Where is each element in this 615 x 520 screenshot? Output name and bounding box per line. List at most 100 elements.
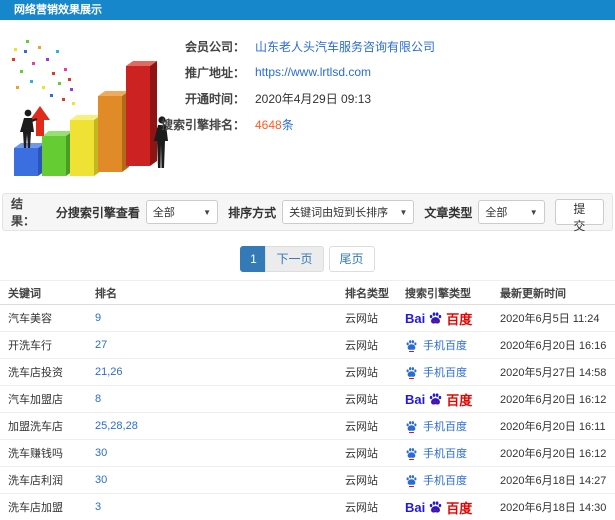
keyword-cell: 汽车美容 xyxy=(8,313,52,325)
baidu-logo-cn: 百度 xyxy=(446,500,473,516)
table-row: 汽车加盟店 8 云网站 Bai du 百度 2020年6月20日 16:12 xyxy=(0,386,615,413)
confetti-dots xyxy=(12,40,75,105)
baidu-logo-text: Bai xyxy=(405,499,426,515)
mobile-baidu-label: 手机百度 xyxy=(423,475,467,487)
filter-bar: 结果： 分搜索引擎查看 全部 ▼ 排序方式 关键词由短到长排序 ▼ 文章类型 全… xyxy=(2,193,613,233)
keyword-cell: 汽车加盟店 xyxy=(8,394,63,406)
mobile-baidu-label: 手机百度 xyxy=(423,448,467,460)
sort-select[interactable]: 关键词由短到长排序 ▼ xyxy=(282,200,415,224)
bar-chart-illustration xyxy=(12,40,168,176)
rank-type-cell: 云网站 xyxy=(345,340,378,352)
open-time-label: 开通时间： xyxy=(184,91,245,106)
open-time-value: 2020年4月29日 09:13 xyxy=(255,91,372,106)
info-row-open-time: 开通时间： 2020年4月29日 09:13 xyxy=(155,85,435,111)
chevron-down-icon: ▼ xyxy=(399,207,408,217)
baidu-paw-icon xyxy=(406,474,417,487)
rank-cell[interactable]: 30 xyxy=(95,447,345,459)
submit-button[interactable]: 提交 xyxy=(554,199,604,233)
table-row: 洗车店投资 21,26 云网站 手机百度 2020年5月27日 14:58 xyxy=(0,359,615,386)
rank-cell[interactable]: 21,26 xyxy=(95,366,345,378)
rank-count-value: 4648条 xyxy=(255,116,294,133)
header-rank-type: 排名类型 xyxy=(345,287,389,300)
engine-cell: 手机百度 xyxy=(405,337,500,353)
mobile-baidu-label: 手机百度 xyxy=(423,367,467,379)
chevron-down-icon: ▼ xyxy=(529,207,538,217)
bar-green xyxy=(42,131,73,176)
engine-cell: 手机百度 xyxy=(405,472,500,488)
page-title: 网络营销效果展示 xyxy=(0,0,615,20)
sort-filter-label: 排序方式 xyxy=(228,205,277,220)
updated-cell: 2020年6月20日 16:16 xyxy=(500,340,607,352)
table-row: 洗车店利润 30 云网站 手机百度 2020年6月18日 14:27 xyxy=(0,467,615,494)
header-rank: 排名 xyxy=(95,287,117,300)
table-row: 开洗车行 27 云网站 手机百度 2020年6月20日 16:16 xyxy=(0,332,615,359)
baidu-paw-icon: du xyxy=(430,311,442,324)
info-row-rank-count: 搜索引擎排名： 4648条 xyxy=(155,111,435,137)
engine-cell: Bai du 百度 xyxy=(405,498,500,517)
mobile-baidu-label: 手机百度 xyxy=(423,421,467,433)
rank-type-cell: 云网站 xyxy=(345,448,378,460)
svg-text:du: du xyxy=(433,318,438,323)
baidu-paw-icon xyxy=(406,366,417,379)
keyword-cell: 洗车赚钱吗 xyxy=(8,448,63,460)
baidu-logo-text: Bai xyxy=(405,391,426,407)
engine-cell: 手机百度 xyxy=(405,364,500,380)
engine-cell: 手机百度 xyxy=(405,418,500,434)
next-page-button[interactable]: 下一页 xyxy=(265,246,324,272)
rank-count-suffix: 条 xyxy=(281,117,294,132)
rank-cell[interactable]: 30 xyxy=(95,474,345,486)
table-row: 洗车赚钱吗 30 云网站 手机百度 2020年6月20日 16:12 xyxy=(0,440,615,467)
article-type-select[interactable]: 全部 ▼ xyxy=(478,200,545,224)
rank-cell[interactable]: 3 xyxy=(95,501,345,513)
table-row: 加盟洗车店 25,28,28 云网站 手机百度 2020年6月20日 16:11 xyxy=(0,413,615,440)
pagination: 1 下一页 尾页 xyxy=(0,246,615,272)
engine-select-value: 全部 xyxy=(152,207,175,219)
rank-type-cell: 云网站 xyxy=(345,394,378,406)
updated-cell: 2020年5月27日 14:58 xyxy=(500,367,607,379)
info-row-url: 推广地址： https://www.lrtlsd.com xyxy=(155,59,435,85)
bar-red xyxy=(126,61,157,166)
article-type-label: 文章类型 xyxy=(424,205,473,220)
engine-cell: Bai du 百度 xyxy=(405,390,500,409)
updated-cell: 2020年6月18日 14:30 xyxy=(500,502,607,514)
baidu-logo-text: Bai xyxy=(405,310,426,326)
rank-cell[interactable]: 8 xyxy=(95,393,345,405)
header-updated: 最新更新时间 xyxy=(500,287,566,300)
svg-text:du: du xyxy=(433,399,438,404)
table-header-row: 关键词 排名 排名类型 搜索引擎类型 最新更新时间 xyxy=(0,280,615,305)
rank-type-cell: 云网站 xyxy=(345,367,378,379)
member-info: 会员公司： 山东老人头汽车服务咨询有限公司 推广地址： https://www.… xyxy=(155,33,435,137)
info-row-company: 会员公司： 山东老人头汽车服务咨询有限公司 xyxy=(155,33,435,59)
rank-cell[interactable]: 9 xyxy=(95,312,345,324)
bar-yellow xyxy=(70,115,101,176)
marketing-report-page: 网络营销效果展示 会员公司： 山东老人头汽车服务咨询有限公司 推广地址： htt… xyxy=(0,0,615,520)
rank-type-cell: 云网站 xyxy=(345,502,378,514)
engine-select[interactable]: 全部 ▼ xyxy=(145,200,219,224)
promo-url-link[interactable]: https://www.lrtlsd.com xyxy=(255,65,371,79)
company-link[interactable]: 山东老人头汽车服务咨询有限公司 xyxy=(255,38,435,55)
keyword-cell: 加盟洗车店 xyxy=(8,421,63,433)
updated-cell: 2020年6月20日 16:12 xyxy=(500,448,607,460)
last-page-button[interactable]: 尾页 xyxy=(328,246,375,272)
updated-cell: 2020年6月5日 11:24 xyxy=(500,313,600,325)
page-number-1[interactable]: 1 xyxy=(240,246,267,272)
result-label: 结果： xyxy=(11,197,36,228)
table-row: 汽车美容 9 云网站 Bai du 百度 2020年6月5日 11:24 xyxy=(0,305,615,332)
chevron-down-icon: ▼ xyxy=(203,207,212,217)
rank-count-number: 4648 xyxy=(255,117,282,132)
sort-select-value: 关键词由短到长排序 xyxy=(289,207,389,219)
rank-type-cell: 云网站 xyxy=(345,475,378,487)
engine-cell: Bai du 百度 xyxy=(405,309,500,328)
table-row: 洗车店加盟 3 云网站 Bai du 百度 2020年6月18日 14:30 xyxy=(0,494,615,520)
rank-count-label: 搜索引擎排名： xyxy=(160,117,245,132)
updated-cell: 2020年6月18日 14:27 xyxy=(500,475,607,487)
company-label: 会员公司： xyxy=(184,39,245,54)
rank-cell[interactable]: 27 xyxy=(95,339,345,351)
header-keyword: 关键词 xyxy=(8,287,41,300)
baidu-logo-cn: 百度 xyxy=(446,311,473,327)
baidu-paw-icon xyxy=(406,339,417,352)
article-type-select-value: 全部 xyxy=(485,207,508,219)
svg-text:du: du xyxy=(433,507,438,512)
keyword-cell: 开洗车行 xyxy=(8,340,52,352)
rank-cell[interactable]: 25,28,28 xyxy=(95,420,345,432)
